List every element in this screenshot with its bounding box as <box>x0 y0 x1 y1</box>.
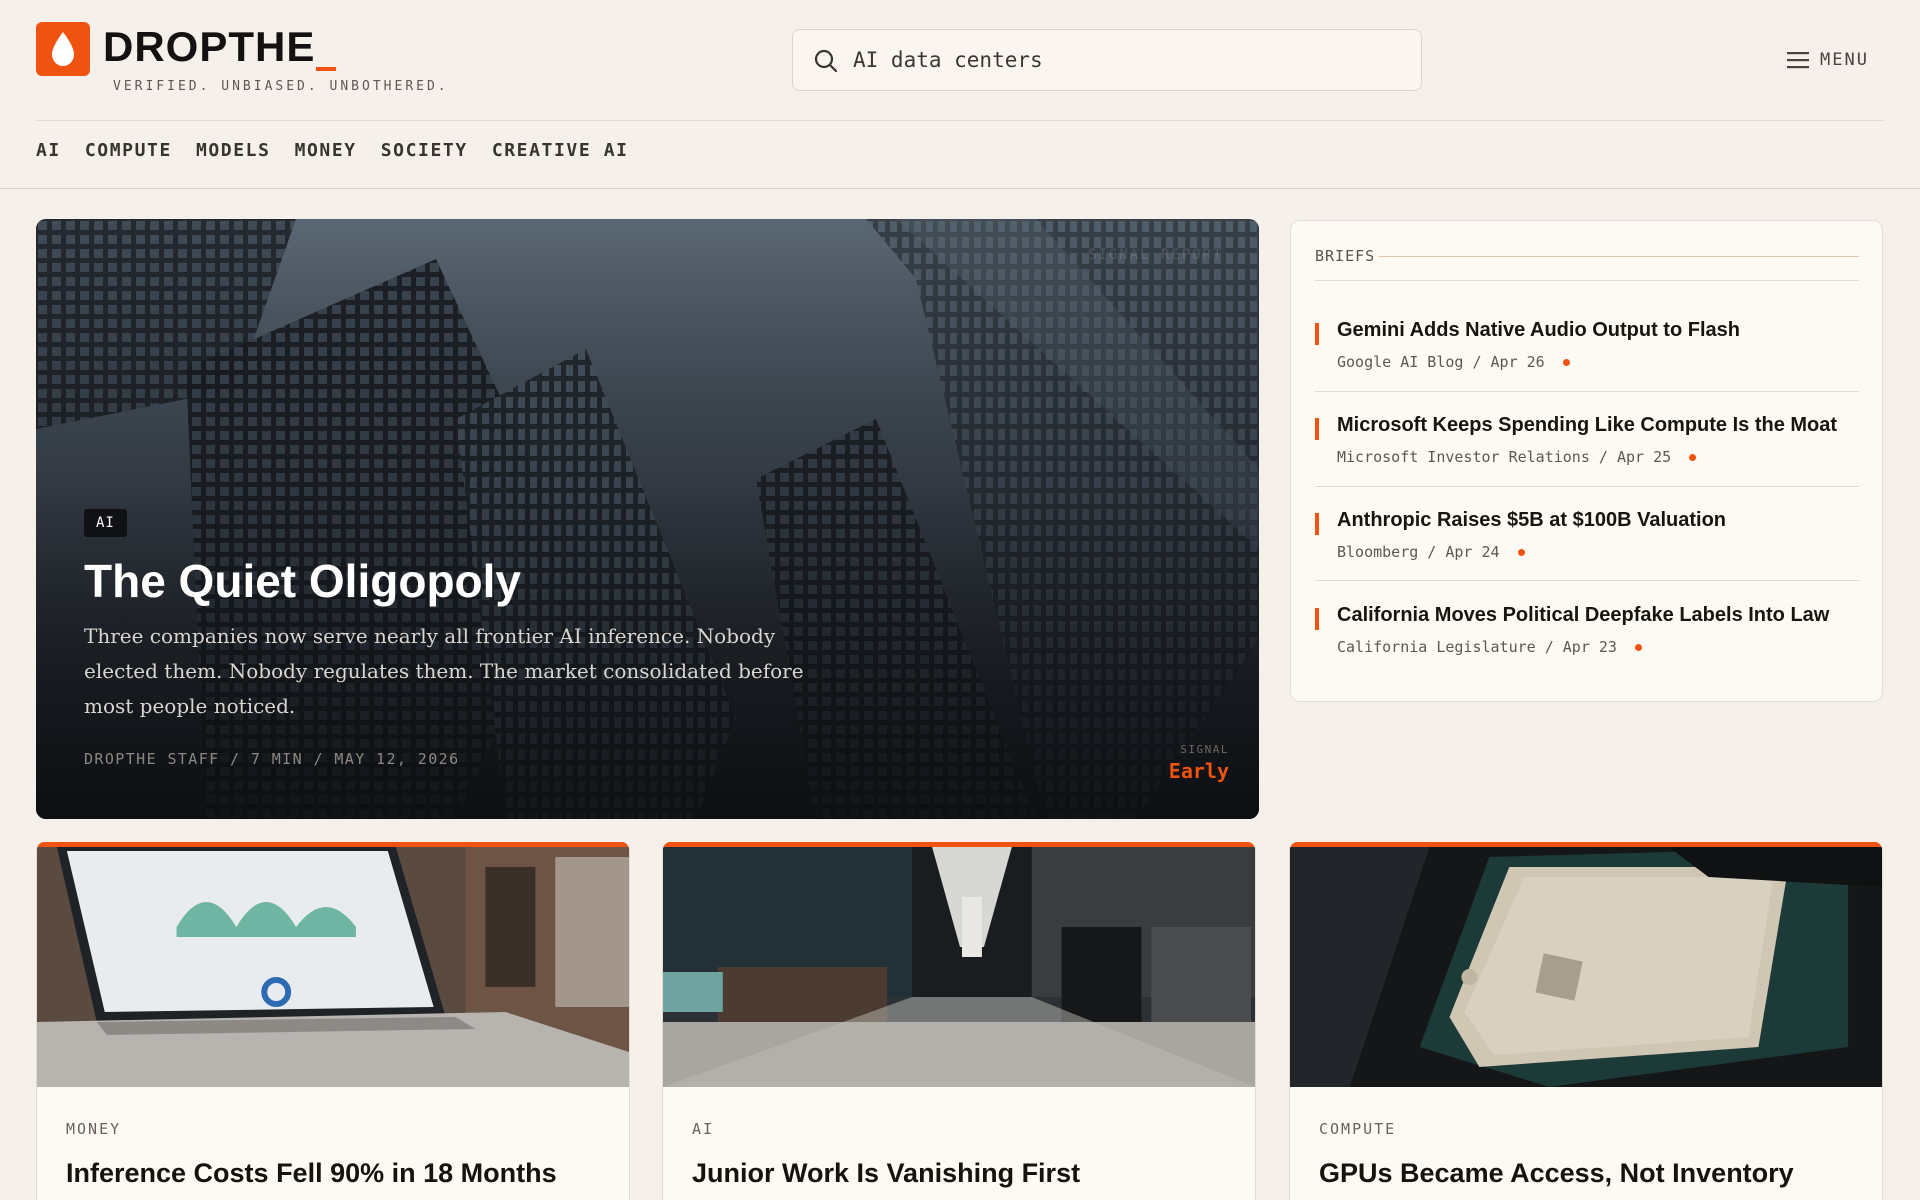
laptop-dashboard-image <box>37 847 629 1087</box>
site-header: DROPTHE VERIFIED. UNBIASED. UNBOTHERED. … <box>0 0 1920 121</box>
brief-source-date: Microsoft Investor Relations / Apr 25 <box>1337 448 1672 466</box>
hero-kicker: SIGNAL REPORT <box>1088 247 1224 263</box>
brief-title[interactable]: California Moves Political Deepfake Labe… <box>1337 604 1829 627</box>
search-box[interactable] <box>792 29 1422 91</box>
brief-source-date: Bloomberg / Apr 24 <box>1337 543 1500 561</box>
signal-label: SIGNAL <box>1180 743 1229 756</box>
brief-item[interactable]: Anthropic Raises $5B at $100B Valuation … <box>1315 509 1859 571</box>
nav-item-creative-ai[interactable]: CREATIVE AI <box>492 140 629 164</box>
brief-meta: Bloomberg / Apr 24 <box>1337 543 1525 561</box>
menu-button[interactable]: MENU <box>1786 46 1869 74</box>
article-card-compute[interactable]: COMPUTE GPUs Became Access, Not Inventor… <box>1289 842 1883 1200</box>
drop-icon <box>52 32 74 66</box>
signal-value: Early <box>1168 759 1229 783</box>
card-category[interactable]: AI <box>692 1120 714 1138</box>
hero-byline: DROPTHE STAFF / 7 MIN / MAY 12, 2026 <box>84 750 460 768</box>
brief-item[interactable]: Gemini Adds Native Audio Output to Flash… <box>1315 319 1859 381</box>
nav-item-money[interactable]: MONEY <box>295 140 357 164</box>
hero-article[interactable]: SIGNAL REPORT AI The Quiet Oligopoly Thr… <box>36 219 1259 819</box>
briefs-divider <box>1315 391 1859 392</box>
brief-accent-bar <box>1315 513 1319 535</box>
brief-title[interactable]: Microsoft Keeps Spending Like Compute Is… <box>1337 414 1837 437</box>
hamburger-icon <box>1787 52 1809 69</box>
card-title[interactable]: Junior Work Is Vanishing First <box>692 1158 1080 1189</box>
brand-cursor <box>316 67 336 71</box>
brief-meta: Microsoft Investor Relations / Apr 25 <box>1337 448 1697 466</box>
tagline: VERIFIED. UNBIASED. UNBOTHERED. <box>113 79 449 94</box>
category-nav: AI COMPUTE MODELS MONEY SOCIETY CREATIVE… <box>36 140 629 164</box>
brief-accent-bar <box>1315 418 1319 440</box>
card-title[interactable]: GPUs Became Access, Not Inventory <box>1319 1158 1794 1189</box>
brief-meta: Google AI Blog / Apr 26 <box>1337 353 1570 371</box>
unread-dot <box>1517 548 1525 556</box>
office-corridor-image <box>663 847 1255 1087</box>
briefs-heading-rule <box>1379 256 1859 257</box>
brief-title[interactable]: Anthropic Raises $5B at $100B Valuation <box>1337 509 1726 532</box>
search-input[interactable] <box>853 30 1403 89</box>
article-card-money[interactable]: MONEY Inference Costs Fell 90% in 18 Mon… <box>36 842 630 1200</box>
hero-dek: Three companies now serve nearly all fro… <box>84 624 804 718</box>
search-icon <box>814 49 838 73</box>
nav-item-models[interactable]: MODELS <box>196 140 271 164</box>
nav-divider <box>0 188 1920 189</box>
unread-dot <box>1562 358 1570 366</box>
nav-item-compute[interactable]: COMPUTE <box>85 140 172 164</box>
header-divider <box>36 120 1884 121</box>
briefs-divider <box>1315 580 1859 581</box>
nav-item-ai[interactable]: AI <box>36 140 61 164</box>
brief-item[interactable]: California Moves Political Deepfake Labe… <box>1315 604 1859 666</box>
brief-accent-bar <box>1315 323 1319 345</box>
briefs-heading: BRIEFS <box>1315 247 1376 265</box>
logo[interactable] <box>36 22 90 76</box>
brief-source-date: California Legislature / Apr 23 <box>1337 638 1617 656</box>
nav-item-society[interactable]: SOCIETY <box>381 140 468 164</box>
hero-image <box>36 219 1259 819</box>
cpu-chip-image <box>1290 847 1882 1087</box>
briefs-divider <box>1315 280 1859 281</box>
brief-accent-bar <box>1315 608 1319 630</box>
hero-category-tag[interactable]: AI <box>84 509 127 537</box>
brief-source-date: Google AI Blog / Apr 26 <box>1337 353 1545 371</box>
card-category[interactable]: MONEY <box>66 1120 121 1138</box>
menu-label: MENU <box>1820 50 1869 70</box>
brief-meta: California Legislature / Apr 23 <box>1337 638 1642 656</box>
hero-title[interactable]: The Quiet Oligopoly <box>84 554 521 608</box>
brief-title[interactable]: Gemini Adds Native Audio Output to Flash <box>1337 319 1740 342</box>
unread-dot <box>1634 643 1642 651</box>
article-card-ai[interactable]: AI Junior Work Is Vanishing First <box>662 842 1256 1200</box>
briefs-divider <box>1315 486 1859 487</box>
unread-dot <box>1689 453 1697 461</box>
card-title[interactable]: Inference Costs Fell 90% in 18 Months <box>66 1158 557 1189</box>
card-category[interactable]: COMPUTE <box>1319 1120 1396 1138</box>
brand-name[interactable]: DROPTHE <box>103 22 315 72</box>
briefs-panel: BRIEFS Gemini Adds Native Audio Output t… <box>1290 220 1883 702</box>
brief-item[interactable]: Microsoft Keeps Spending Like Compute Is… <box>1315 414 1859 476</box>
